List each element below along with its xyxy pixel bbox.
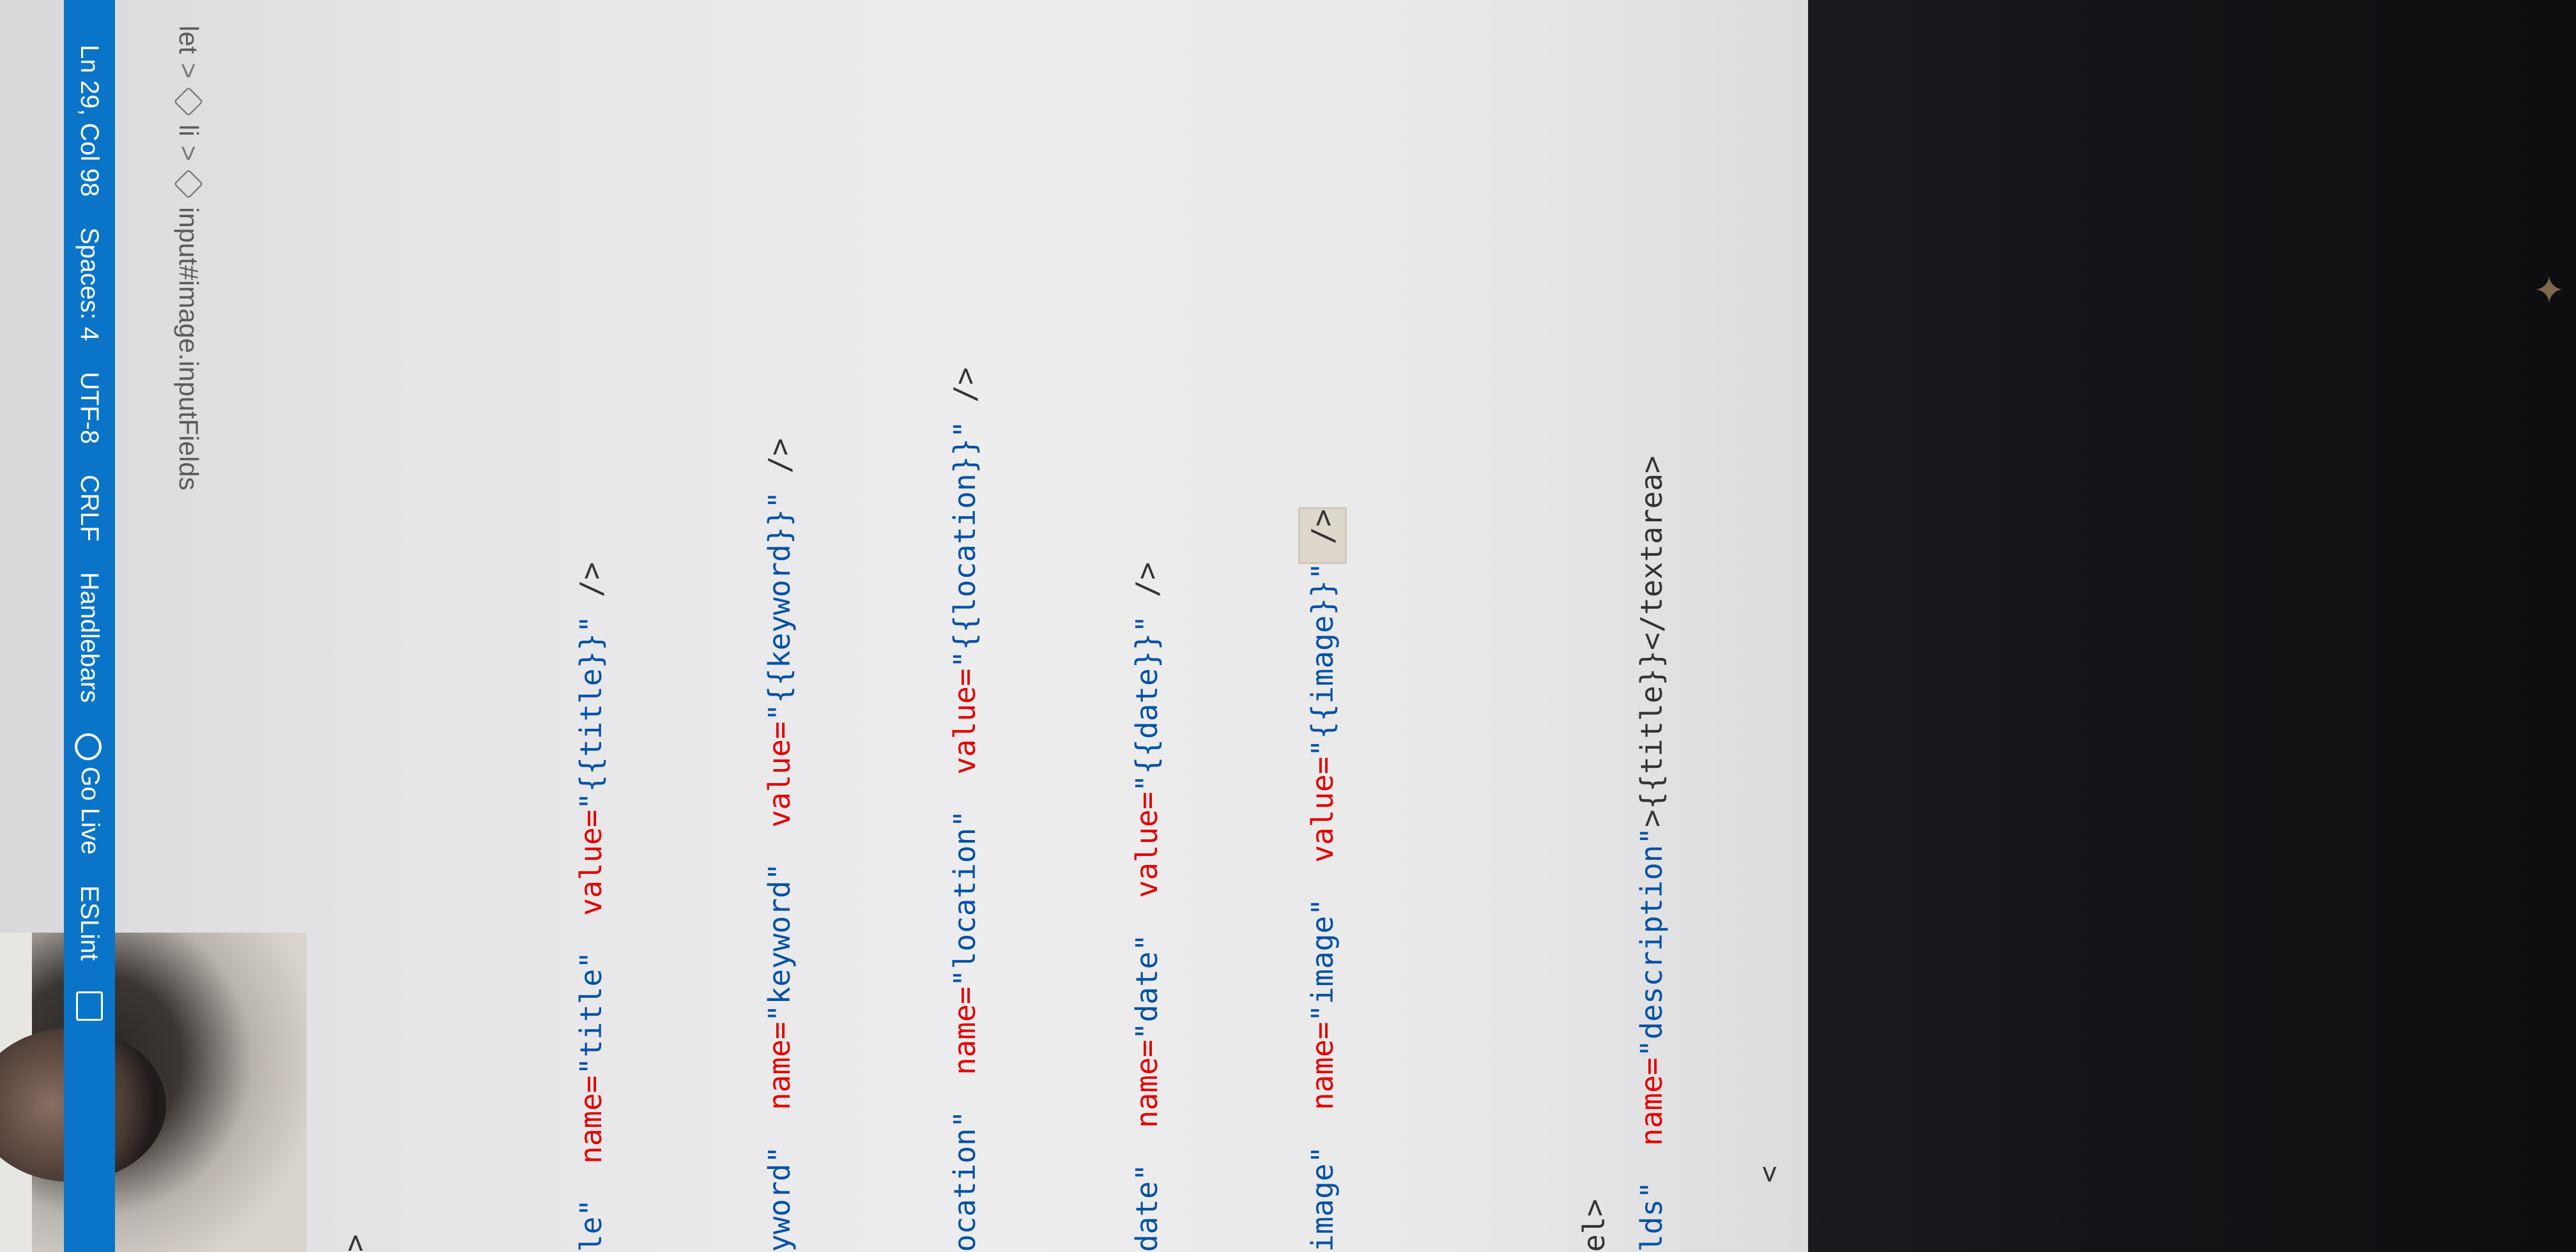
code-line-el: el> <box>1572 0 1616 1252</box>
code-line-title: le" name= "title" value= "{{title}}" /> <box>569 0 613 1252</box>
monitor-bezel <box>1808 0 2576 1252</box>
code-attribute: name= <box>947 986 982 1076</box>
code-value: "date" <box>1130 933 1164 1040</box>
brand-logo-icon: ✦ <box>2533 268 2566 313</box>
code-value: "location" <box>947 809 982 987</box>
code-value: "{{keyword}}" <box>762 491 797 722</box>
code-fragment: ocation" <box>947 1075 982 1252</box>
code-value: "{{date}}" <box>1130 615 1164 792</box>
code-attribute: name= <box>1305 1021 1340 1111</box>
code-value: "{{location}}" <box>947 420 982 669</box>
code-attribute: name= <box>574 1075 608 1164</box>
code-text: >{{title}}</textarea> <box>1634 455 1669 828</box>
code-value: "keyword" <box>762 862 797 1022</box>
code-attribute: name= <box>1130 1039 1164 1129</box>
code-fragment: image" <box>1305 1110 1340 1252</box>
code-attribute: value= <box>947 668 982 810</box>
code-value: "{{image}}" <box>1305 561 1340 757</box>
code-text: > <box>337 1234 372 1252</box>
code-attribute: value= <box>1130 791 1164 934</box>
bezel-marking <box>2524 89 2543 192</box>
code-lines-rotated: > le" name= "title" value= "{{title}}" /> yw… <box>0 0 1808 1252</box>
code-value: "image" <box>1305 898 1340 1022</box>
photo-background: let > li > input#image.inputFields > Ln … <box>0 0 2576 1252</box>
code-fragment: date" <box>1130 1128 1164 1252</box>
code-line-keyword: yword" name= "keyword" value= "{{keyword}}… <box>757 0 802 1252</box>
code-attribute: value= <box>574 809 608 952</box>
code-line-date: date" name= "date" value= "{{date}}" /> <box>1124 0 1169 1252</box>
code-tag-close: /> <box>574 561 608 615</box>
code-fragment: lds" <box>1634 1145 1669 1252</box>
code-fragment: le" <box>574 1163 608 1252</box>
code-line-gt: > <box>332 0 377 1252</box>
code-text: el> <box>1577 1198 1611 1252</box>
code-value: "title" <box>574 951 608 1076</box>
code-line-location: ocation" name= "location" value= "{{locati… <box>942 0 987 1252</box>
code-attribute: name= <box>1634 1057 1669 1146</box>
code-fragment: yword" <box>762 1110 797 1252</box>
code-tag-close: /> <box>1298 507 1347 564</box>
code-value: "description" <box>1634 827 1669 1058</box>
code-attribute: name= <box>762 1021 797 1111</box>
code-line-image: image" name= "image" value= "{{image}}" /> <box>1298 0 1347 1252</box>
code-line-description: lds" name= "description" >{{title}}</texta… <box>1629 0 1674 1252</box>
code-tag-close: /> <box>762 438 797 492</box>
code-tag-close: /> <box>1130 561 1164 615</box>
code-attribute: value= <box>1305 756 1340 899</box>
code-tag-close: /> <box>947 367 982 421</box>
code-value: "{{title}}" <box>574 615 608 810</box>
code-attribute: value= <box>762 721 797 863</box>
